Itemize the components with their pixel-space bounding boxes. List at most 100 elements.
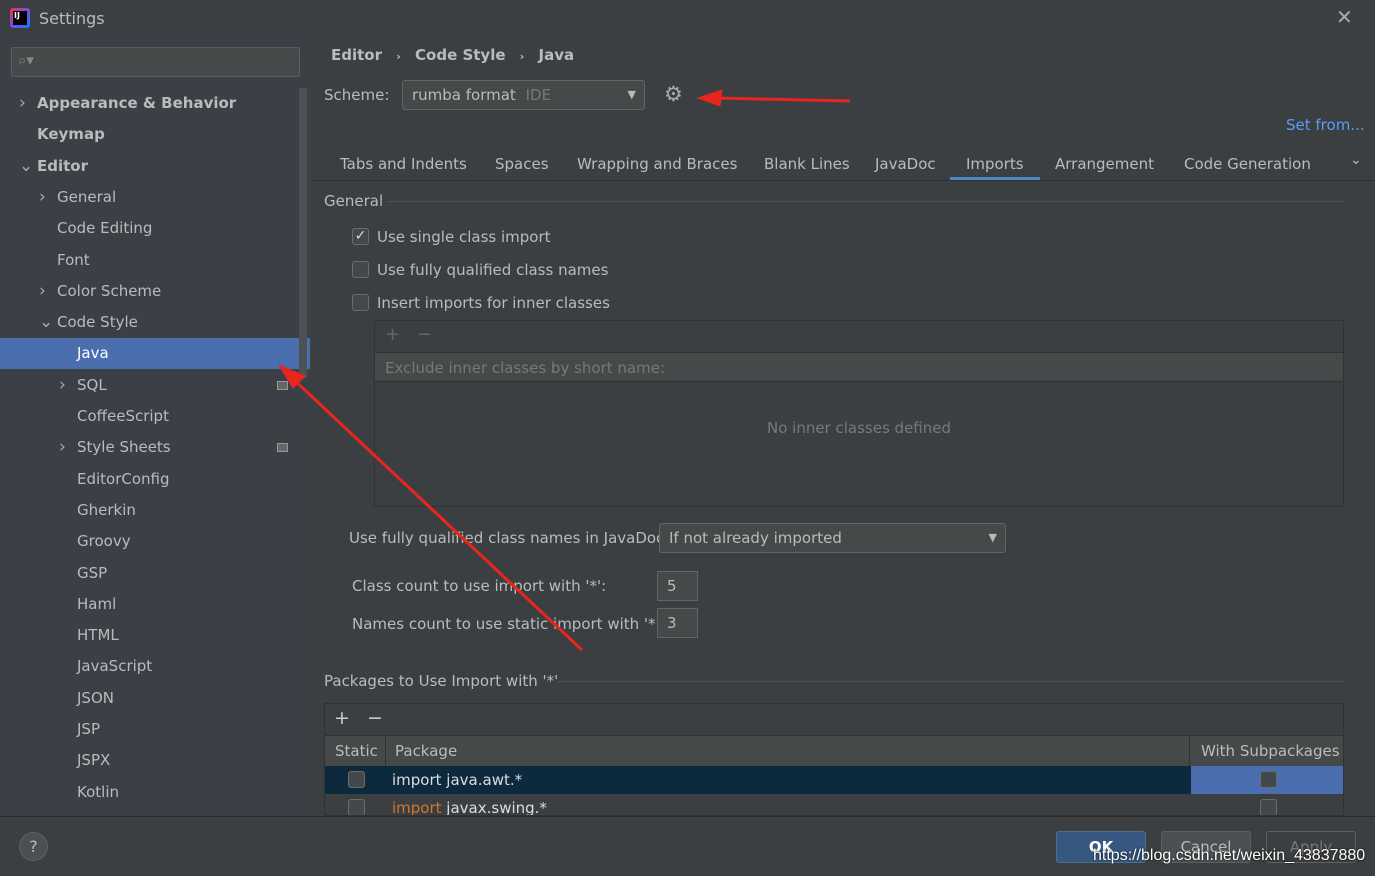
breadcrumb-editor[interactable]: Editor	[331, 46, 382, 64]
checkbox-label[interactable]: Use single class import	[377, 228, 551, 246]
sidebar-item-appearance-behavior[interactable]: › Appearance & Behavior	[0, 88, 310, 119]
sidebar-item-gherkin[interactable]: Gherkin	[0, 495, 310, 526]
search-input[interactable]: ⌕▾	[11, 47, 300, 77]
tab-javadoc[interactable]: JavaDoc	[875, 150, 936, 180]
sidebar-item-code-editing[interactable]: Code Editing	[0, 213, 310, 244]
general-section-title: General	[324, 192, 384, 210]
packages-section-title: Packages to Use Import with '*'	[324, 672, 559, 690]
sidebar-item-label: General	[57, 187, 117, 206]
sidebar-item-gsp[interactable]: GSP	[0, 558, 310, 589]
sidebar-item-code-style[interactable]: ⌄ Code Style	[0, 307, 310, 338]
tab-wrapping-and-braces[interactable]: Wrapping and Braces	[577, 150, 737, 180]
checkbox[interactable]	[352, 261, 369, 278]
tab-blank-lines[interactable]: Blank Lines	[764, 150, 850, 180]
column-with-subpackages[interactable]: With Subpackages	[1201, 736, 1340, 766]
package-name: java.awt.*	[441, 771, 523, 789]
sidebar-item-sql[interactable]: › SQL	[0, 370, 310, 401]
class-count-input[interactable]: 5	[657, 571, 698, 601]
chevron-down-icon: ▼	[627, 88, 636, 101]
project-settings-icon	[277, 443, 288, 453]
annotation-arrow-gear	[714, 96, 851, 103]
sidebar-item-color-scheme[interactable]: › Color Scheme	[0, 276, 310, 307]
sidebar-item-font[interactable]: Font	[0, 245, 310, 276]
search-field[interactable]	[42, 51, 292, 66]
close-icon[interactable]: ✕	[1336, 5, 1353, 29]
chevron-right-icon[interactable]: ›	[59, 370, 66, 401]
sidebar-item-groovy[interactable]: Groovy	[0, 526, 310, 557]
sidebar-item-javascript[interactable]: JavaScript	[0, 651, 310, 682]
chevron-right-icon[interactable]: ›	[39, 182, 46, 213]
names-count-input[interactable]: 3	[657, 608, 698, 638]
sidebar-item-kotlin[interactable]: Kotlin	[0, 777, 310, 808]
sidebar-item-html[interactable]: HTML	[0, 620, 310, 651]
checkbox-label[interactable]: Use fully qualified class names	[377, 261, 608, 279]
sidebar-item-json[interactable]: JSON	[0, 683, 310, 714]
checkbox[interactable]: ✓	[352, 228, 369, 245]
empty-state: No inner classes defined	[766, 419, 951, 437]
breadcrumb-code-style[interactable]: Code Style	[415, 46, 506, 64]
scheme-tag: IDE	[525, 86, 552, 104]
sidebar-item-jsp[interactable]: JSP	[0, 714, 310, 745]
import-keyword: import	[392, 771, 442, 789]
sidebar-item-label: Font	[57, 250, 90, 269]
gear-icon[interactable]: ⚙	[664, 82, 683, 106]
import-keyword: import	[392, 799, 442, 816]
remove-icon[interactable]: −	[417, 324, 432, 345]
chevron-down-icon[interactable]: ⌄	[19, 151, 33, 182]
sidebar-item-editor[interactable]: ⌄ Editor	[0, 151, 310, 182]
sidebar-item-style-sheets[interactable]: › Style Sheets	[0, 432, 310, 463]
column-static[interactable]: Static	[335, 736, 378, 766]
subpackages-checkbox[interactable]	[1260, 799, 1277, 815]
tabs-divider	[312, 180, 1375, 181]
help-button[interactable]: ?	[19, 832, 48, 861]
remove-package-icon[interactable]: −	[367, 707, 383, 729]
tab-imports[interactable]: Imports	[950, 150, 1040, 180]
search-icon: ⌕▾	[18, 51, 34, 69]
names-count-label: Names count to use static import with '*…	[352, 615, 665, 633]
static-checkbox[interactable]	[348, 799, 365, 815]
table-row[interactable]: import java.awt.*	[325, 766, 1343, 794]
sidebar-item-general[interactable]: › General	[0, 182, 310, 213]
tabs-overflow-chevron-icon[interactable]: ⌄	[1350, 152, 1362, 168]
column-package[interactable]: Package	[395, 736, 457, 766]
watermark: https://blog.csdn.net/weixin_43837880	[1093, 847, 1366, 864]
javadoc-dropdown[interactable]: If not already imported ▼	[659, 523, 1006, 553]
window-title: Settings	[39, 9, 105, 28]
chevron-down-icon[interactable]: ⌄	[39, 307, 53, 338]
tab-spaces[interactable]: Spaces	[495, 150, 549, 180]
sidebar-item-keymap[interactable]: Keymap	[0, 119, 310, 150]
checkbox[interactable]	[352, 294, 369, 311]
settings-sidebar: ⌕▾ › Appearance & Behavior Keymap ⌄ Editor › G…	[0, 36, 310, 816]
sidebar-item-editorconfig[interactable]: EditorConfig	[0, 464, 310, 495]
sidebar-item-haml[interactable]: Haml	[0, 589, 310, 620]
sidebar-item-label: Appearance & Behavior	[37, 94, 237, 112]
sidebar-item-label: Gherkin	[77, 500, 136, 519]
chevron-down-icon: ▼	[988, 531, 997, 544]
chevron-right-icon[interactable]: ›	[19, 88, 26, 119]
sidebar-item-label: CoffeeScript	[77, 407, 169, 425]
add-icon[interactable]: +	[385, 324, 400, 345]
sidebar-item-java[interactable]: Java	[0, 338, 310, 370]
sidebar-item-label: Color Scheme	[57, 281, 162, 300]
breadcrumb: Editor › Code Style › Java	[331, 46, 575, 64]
checkbox-label[interactable]: Insert imports for inner classes	[377, 294, 610, 312]
table-row[interactable]: import javax.swing.*	[325, 794, 1343, 816]
title-bar: IJ Settings ✕	[0, 0, 1375, 36]
divider	[558, 681, 1343, 682]
scheme-dropdown[interactable]: rumba format IDE ▼	[402, 80, 645, 110]
sidebar-item-jspx[interactable]: JSPX	[0, 745, 310, 776]
chevron-right-icon[interactable]: ›	[39, 276, 46, 307]
tab-code-generation[interactable]: Code Generation	[1184, 150, 1311, 180]
annotation-arrowhead	[696, 89, 723, 107]
class-count-value: 5	[667, 577, 677, 595]
sidebar-scrollbar[interactable]	[299, 88, 307, 378]
subpackages-checkbox[interactable]	[1260, 771, 1277, 788]
static-checkbox[interactable]	[348, 771, 365, 788]
tab-arrangement[interactable]: Arrangement	[1055, 150, 1154, 180]
chevron-right-icon[interactable]: ›	[59, 432, 66, 463]
add-package-icon[interactable]: +	[334, 707, 350, 729]
set-from-link[interactable]: Set from...	[1286, 116, 1365, 134]
sidebar-item-label: HTML	[77, 626, 119, 645]
sidebar-item-coffeescript[interactable]: CoffeeScript	[0, 401, 310, 432]
tab-tabs-and-indents[interactable]: Tabs and Indents	[340, 150, 467, 180]
